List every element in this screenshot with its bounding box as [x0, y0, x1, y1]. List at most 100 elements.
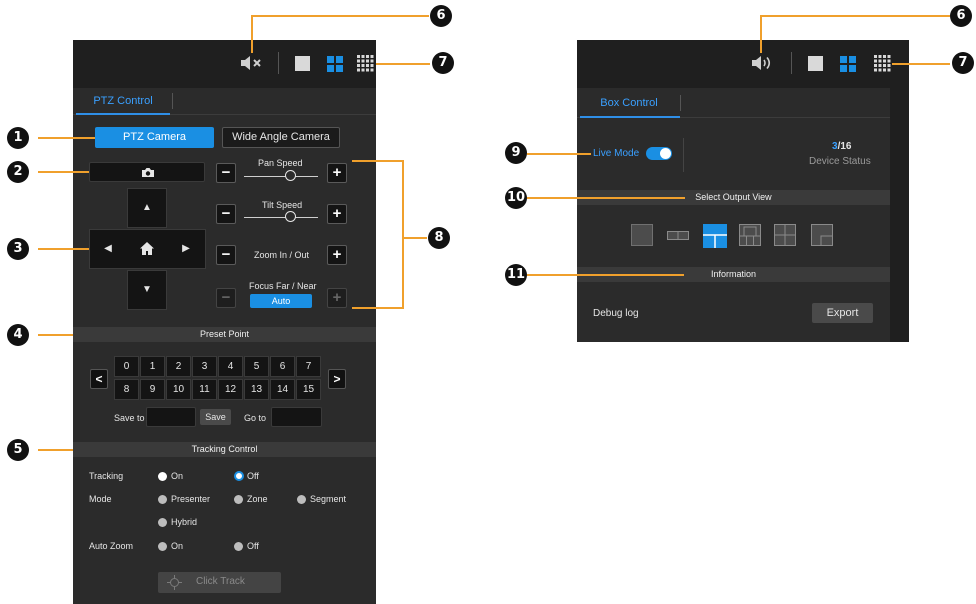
callout-line [38, 248, 89, 250]
snapshot-button[interactable] [89, 162, 205, 182]
go-to-input[interactable] [271, 407, 322, 427]
down-arrow-icon[interactable]: ▼ [140, 283, 154, 297]
focus-label: Focus Far / Near [249, 281, 317, 291]
tracking-off-label: Off [247, 471, 259, 481]
callout-line [402, 160, 404, 309]
mode-hybrid-radio[interactable] [158, 518, 167, 527]
preset-cell[interactable]: 5 [244, 356, 269, 377]
click-track-label: Click Track [196, 576, 245, 587]
focus-far-button[interactable]: + [327, 288, 347, 308]
save-button[interactable]: Save [200, 409, 231, 425]
toggle-knob [660, 148, 671, 159]
preset-cell[interactable]: 10 [166, 379, 191, 400]
focus-auto-button[interactable]: Auto [250, 294, 312, 308]
layout-single-tile[interactable] [631, 224, 653, 246]
pan-speed-slider-knob[interactable] [285, 170, 296, 181]
tilt-speed-slider-track[interactable] [244, 217, 318, 218]
preset-cell[interactable]: 9 [140, 379, 165, 400]
layout-side-by-side-tile[interactable] [667, 224, 689, 246]
auto-zoom-label: Auto Zoom [89, 541, 134, 551]
callout-5: 5 [7, 439, 29, 461]
ptz-camera-button[interactable]: PTZ Camera [95, 127, 214, 148]
tracking-off-radio[interactable] [234, 471, 244, 481]
pan-speed-plus-button[interactable]: + [327, 163, 347, 183]
click-track-button[interactable]: Click Track [158, 572, 281, 593]
quad-view-icon[interactable] [327, 56, 343, 72]
preset-cell[interactable]: 1 [140, 356, 165, 377]
up-arrow-icon[interactable]: ▲ [140, 201, 154, 215]
preset-cell[interactable]: 4 [218, 356, 243, 377]
preset-next-button[interactable]: > [328, 369, 346, 389]
callout-6: 6 [430, 5, 452, 27]
preset-cell[interactable]: 0 [114, 356, 139, 377]
preset-cell[interactable]: 7 [296, 356, 321, 377]
status-divider [683, 138, 684, 172]
callout-2: 2 [7, 161, 29, 183]
mode-presenter-radio[interactable] [158, 495, 167, 504]
preset-cell[interactable]: 3 [192, 356, 217, 377]
tab-divider [680, 95, 681, 111]
tab-divider [172, 93, 173, 109]
tab-active-indicator [580, 116, 680, 118]
layout-pip-top-tile[interactable] [703, 224, 727, 248]
callout-1: 1 [7, 127, 29, 149]
layout-quad-tile[interactable] [774, 224, 796, 246]
toolbar-divider [278, 52, 279, 74]
callout-line [251, 15, 429, 17]
preset-prev-button[interactable]: < [90, 369, 108, 389]
sixteen-view-icon[interactable] [357, 55, 374, 72]
tilt-speed-plus-button[interactable]: + [327, 204, 347, 224]
sixteen-view-icon[interactable] [874, 55, 891, 72]
quad-view-icon[interactable] [840, 56, 856, 72]
tracking-on-label: On [171, 471, 184, 481]
speaker-icon[interactable] [751, 54, 775, 72]
mode-segment-label: Segment [310, 494, 347, 504]
tilt-speed-minus-button[interactable]: − [216, 204, 236, 224]
save-to-input[interactable] [146, 407, 196, 427]
live-mode-toggle[interactable] [646, 147, 672, 160]
preset-point-header: Preset Point [73, 327, 376, 342]
tab-box-control[interactable]: Box Control [584, 97, 674, 109]
mute-icon[interactable] [240, 54, 264, 72]
pan-speed-slider-track[interactable] [244, 176, 318, 177]
pan-speed-label: Pan Speed [258, 158, 303, 168]
layout-pip-corner-tile[interactable] [811, 224, 833, 246]
preset-cell[interactable]: 6 [270, 356, 295, 377]
wide-angle-camera-button[interactable]: Wide Angle Camera [222, 127, 340, 148]
mode-zone-radio[interactable] [234, 495, 243, 504]
toolbar-divider [791, 52, 792, 74]
tilt-speed-slider-knob[interactable] [285, 211, 296, 222]
callout-line [352, 307, 404, 309]
callout-line [527, 274, 684, 276]
single-view-icon[interactable] [295, 56, 310, 71]
preset-cell[interactable]: 14 [270, 379, 295, 400]
home-icon[interactable] [139, 241, 155, 256]
preset-cell[interactable]: 15 [296, 379, 321, 400]
layout-one-plus-three-tile[interactable] [739, 224, 761, 246]
tab-ptz-control[interactable]: PTZ Control [80, 95, 166, 107]
zoom-in-button[interactable]: + [327, 245, 347, 265]
focus-near-button[interactable]: − [216, 288, 236, 308]
preset-cell[interactable]: 11 [192, 379, 217, 400]
preset-cell[interactable]: 13 [244, 379, 269, 400]
mode-segment-radio[interactable] [297, 495, 306, 504]
auto-zoom-on-radio[interactable] [158, 542, 167, 551]
mode-label: Mode [89, 494, 112, 504]
preset-cell[interactable]: 8 [114, 379, 139, 400]
zoom-out-button[interactable]: − [216, 245, 236, 265]
auto-zoom-off-radio[interactable] [234, 542, 243, 551]
left-arrow-icon[interactable]: ◀ [101, 242, 115, 256]
callout-9: 9 [505, 142, 527, 164]
device-count: 3/16 [832, 141, 851, 152]
single-view-icon[interactable] [808, 56, 823, 71]
preset-cell[interactable]: 12 [218, 379, 243, 400]
device-count-total: /16 [837, 141, 852, 152]
callout-3: 3 [7, 238, 29, 260]
camera-icon [142, 168, 154, 177]
right-arrow-icon[interactable]: ▶ [179, 242, 193, 256]
pan-speed-minus-button[interactable]: − [216, 163, 236, 183]
tracking-on-radio[interactable] [158, 472, 167, 481]
callout-line [892, 63, 950, 65]
preset-cell[interactable]: 2 [166, 356, 191, 377]
export-button[interactable]: Export [812, 303, 873, 323]
